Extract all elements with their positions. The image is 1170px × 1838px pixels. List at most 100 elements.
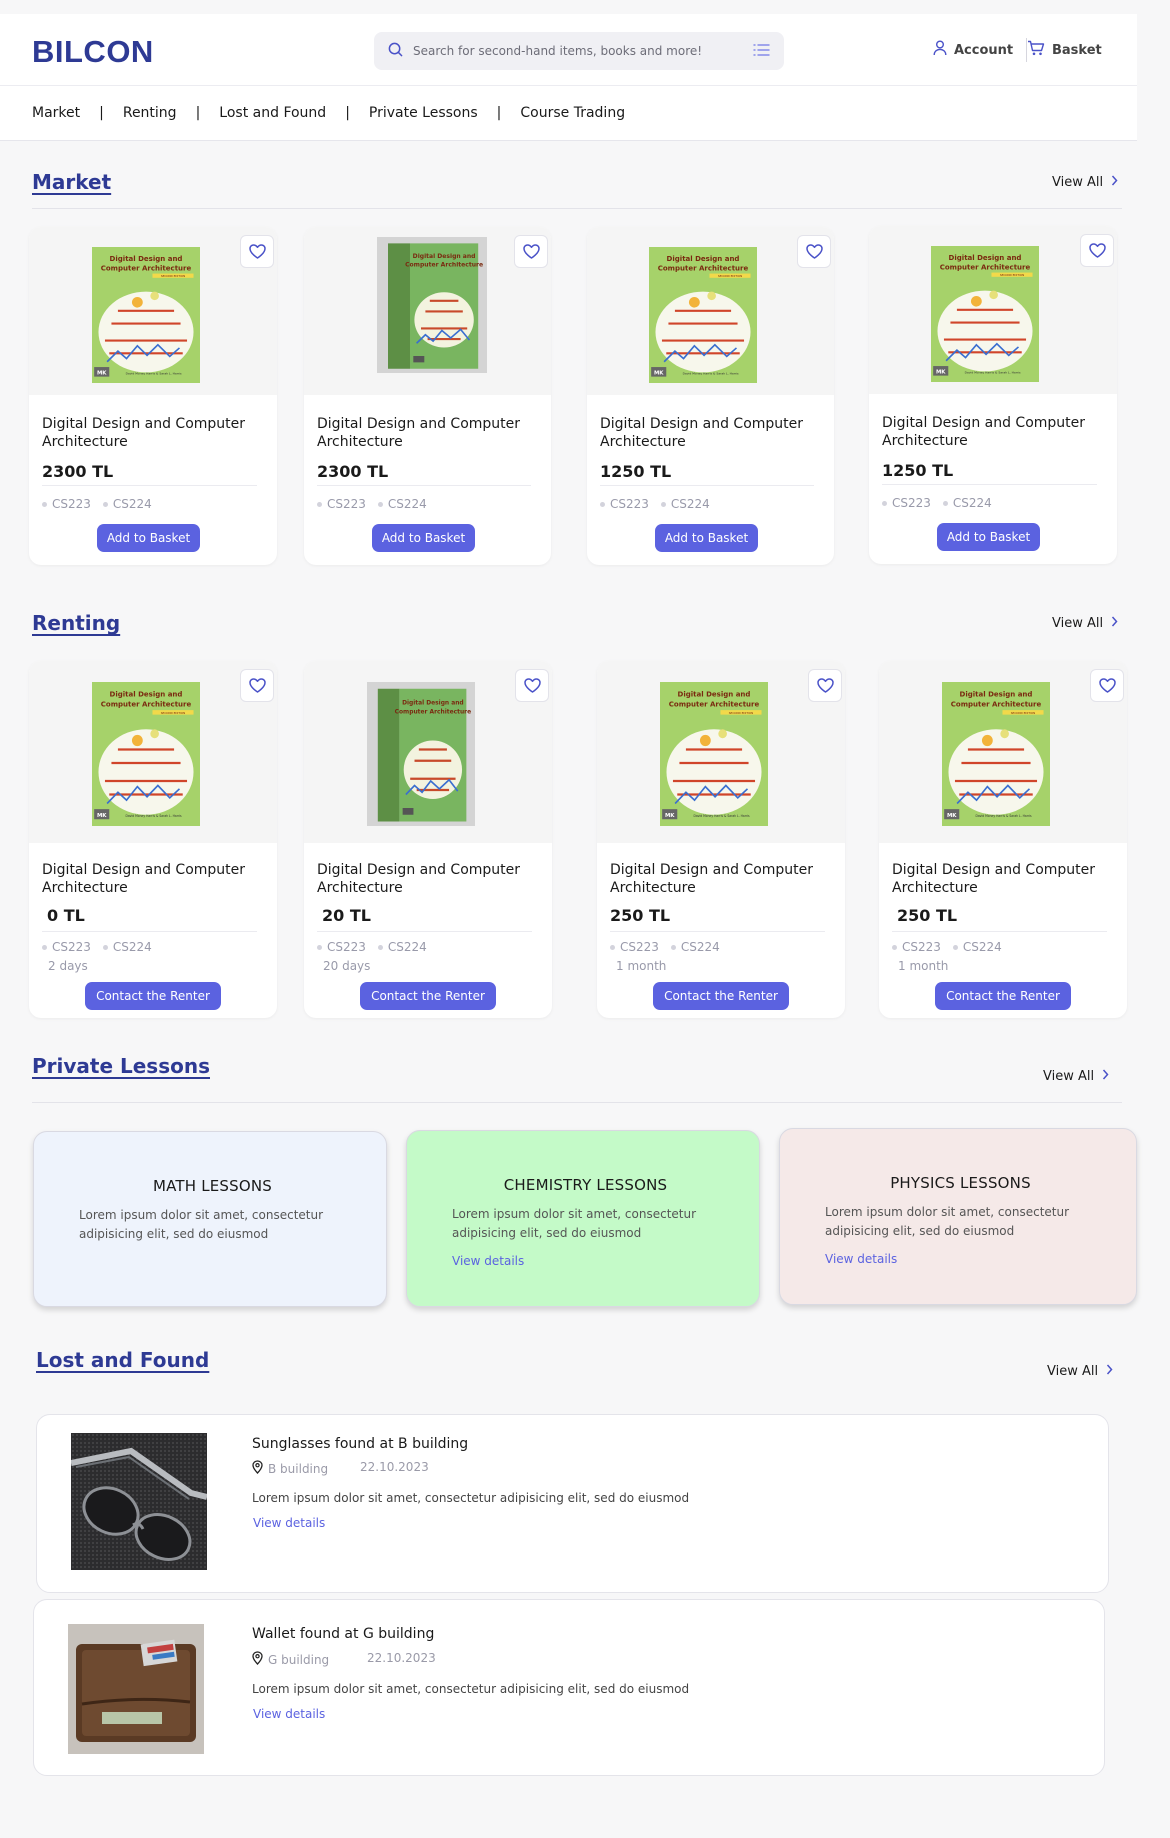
add-to-basket-button[interactable]: Add to Basket [372,524,475,552]
product-title[interactable]: Digital Design and Computer Architecture [882,414,1104,450]
rental-product-card[interactable]: Digital Design and Computer Architecture D… [304,661,552,1018]
course-tag: CS224 [943,496,992,510]
cover-title-line: Computer Architecture [101,264,192,272]
market-product-card[interactable]: Digital Design and Computer Architecture S… [869,226,1117,564]
cover-title-line: Digital Design and [667,255,740,263]
cover-authors: David Money Harris & Sarah L. Harris [965,371,1021,375]
location-label: B building [268,1461,329,1476]
lost-found-item[interactable]: Sunglasses found at B building B building… [36,1414,1109,1593]
basket-link[interactable]: Basket [1027,40,1102,60]
lost-item-photo[interactable] [68,1624,204,1754]
course-tag: CS223 [882,496,931,510]
book-cover-image[interactable]: Digital Design and Computer Architecture S… [649,247,757,387]
renting-section-title[interactable]: Renting [32,611,120,635]
view-details-link[interactable]: View details [825,1252,1096,1266]
book-cover-image[interactable]: Digital Design and Computer Architecture S… [942,682,1050,830]
rental-product-card[interactable]: Digital Design and Computer Architecture S… [879,661,1127,1018]
favorite-heart-icon[interactable] [797,235,831,268]
market-product-card[interactable]: Digital Design and Computer Architecture D… [304,227,551,565]
course-tag: CS223 [317,497,366,511]
top-header: BILCON Account Basket [0,14,1137,86]
add-to-basket-button[interactable]: Add to Basket [655,524,758,552]
nav-separator: | [496,105,502,121]
lessons-view-all[interactable]: View All [1043,1069,1109,1084]
lost-found-view-all[interactable]: View All [1047,1364,1113,1379]
cover-publisher: MK [97,371,107,377]
chevron-right-icon [1111,175,1118,190]
product-title[interactable]: Digital Design and Computer Architecture [42,861,264,897]
lost-found-item[interactable]: Wallet found at G building G building 22.1… [33,1599,1105,1776]
favorite-heart-icon[interactable] [808,669,842,702]
search-bar[interactable] [374,32,784,70]
book-cover-image[interactable]: Digital Design and Computer Architecture S… [92,247,200,387]
search-input[interactable] [413,44,753,58]
favorite-heart-icon[interactable] [1080,234,1114,267]
private-lessons-section-title[interactable]: Private Lessons [32,1054,210,1078]
lesson-card-math[interactable]: MATH LESSONS Lorem ipsum dolor sit amet, … [33,1131,387,1307]
rental-product-card[interactable]: Digital Design and Computer Architecture S… [597,661,845,1018]
market-section-title[interactable]: Market [32,170,111,194]
lost-found-section-title[interactable]: Lost and Found [36,1348,209,1372]
product-title[interactable]: Digital Design and Computer Architecture [317,861,539,897]
cover-edition: SECOND EDITION [161,711,185,715]
rental-duration: 1 month [898,959,949,973]
book-cover-image[interactable]: Digital Design and Computer Architecture [377,237,487,377]
product-title[interactable]: Digital Design and Computer Architecture [892,861,1114,897]
product-price: 0 TL [47,906,85,925]
favorite-heart-icon[interactable] [240,235,274,268]
view-all-label: View All [1047,1364,1099,1379]
lesson-description: Lorem ipsum dolor sit amet, consectetur … [825,1205,1070,1238]
market-product-card[interactable]: Digital Design and Computer Architecture S… [587,227,834,565]
card-divider [317,485,531,486]
course-tag: CS223 [600,497,649,511]
lost-item-title[interactable]: Sunglasses found at B building [252,1436,468,1452]
cover-title-line: Computer Architecture [669,700,760,709]
lesson-card-chemistry[interactable]: CHEMISTRY LESSONS Lorem ipsum dolor sit a… [406,1130,760,1307]
book-cover-image[interactable]: Digital Design and Computer Architecture S… [92,682,200,830]
add-to-basket-button[interactable]: Add to Basket [97,524,200,552]
product-title[interactable]: Digital Design and Computer Architecture [317,415,538,451]
nav-private-lessons[interactable]: Private Lessons [369,105,478,121]
market-product-card[interactable]: Digital Design and Computer Architecture S… [29,227,277,565]
nav-renting[interactable]: Renting [123,105,177,121]
product-title[interactable]: Digital Design and Computer Architecture [610,861,832,897]
favorite-heart-icon[interactable] [240,669,274,702]
product-title[interactable]: Digital Design and Computer Architecture [42,415,264,451]
view-details-link[interactable]: View details [253,1707,325,1721]
lesson-card-physics[interactable]: PHYSICS LESSONS Lorem ipsum dolor sit ame… [779,1128,1137,1305]
card-divider [610,931,825,932]
rental-product-card[interactable]: Digital Design and Computer Architecture S… [29,661,277,1018]
lost-item-description: Lorem ipsum dolor sit amet, consectetur … [252,1682,690,1696]
account-link[interactable]: Account [933,40,1013,60]
nav-market[interactable]: Market [32,105,80,121]
view-details-link[interactable]: View details [253,1516,325,1530]
product-title[interactable]: Digital Design and Computer Architecture [600,415,821,451]
favorite-heart-icon[interactable] [1090,669,1124,702]
contact-renter-button[interactable]: Contact the Renter [85,982,221,1010]
lost-item-photo[interactable] [71,1433,207,1570]
nav-course-trading[interactable]: Course Trading [520,105,625,121]
chevron-right-icon [1111,616,1118,631]
book-cover-image[interactable]: Digital Design and Computer Architecture S… [660,682,768,830]
renting-view-all[interactable]: View All [1052,616,1118,631]
contact-renter-button[interactable]: Contact the Renter [653,982,789,1010]
book-cover-image[interactable]: Digital Design and Computer Architecture [367,682,475,830]
cover-title-line: Computer Architecture [940,263,1031,271]
course-tag: CS223 [317,940,366,954]
add-to-basket-button[interactable]: Add to Basket [937,523,1040,551]
course-tags: CS223 CS224 [317,940,427,954]
nav-lost-and-found[interactable]: Lost and Found [219,105,326,121]
book-cover-image[interactable]: Digital Design and Computer Architecture S… [931,246,1039,386]
brand-logo[interactable]: BILCON [32,34,154,70]
view-details-link[interactable]: View details [452,1254,719,1268]
category-nav: Market | Renting | Lost and Found | Priv… [0,86,1137,141]
contact-renter-button[interactable]: Contact the Renter [360,982,496,1010]
favorite-heart-icon[interactable] [514,235,548,268]
favorite-heart-icon[interactable] [515,669,549,702]
filter-list-icon[interactable] [753,42,770,61]
market-view-all[interactable]: View All [1052,175,1118,190]
contact-renter-button[interactable]: Contact the Renter [935,982,1071,1010]
lost-item-title[interactable]: Wallet found at G building [252,1626,434,1642]
lost-item-location: B building [252,1460,328,1477]
location-label: G building [268,1652,330,1667]
